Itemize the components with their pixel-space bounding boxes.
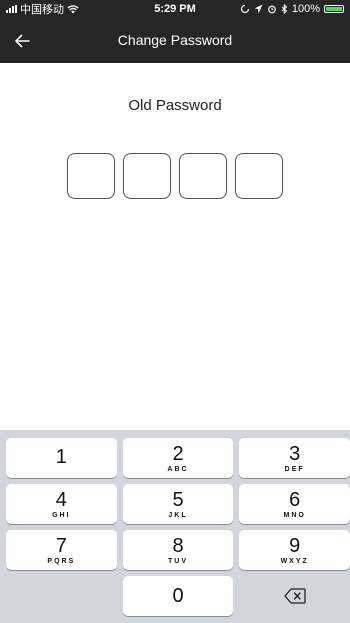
code-digit-box-4[interactable] [235, 153, 283, 199]
key-digit: 8 [172, 534, 184, 557]
key-7[interactable]: 7 PQRS [6, 530, 117, 570]
key-digit: 0 [172, 585, 184, 607]
wifi-icon [67, 4, 79, 13]
status-bar: 中国移动 5:29 PM 100% [0, 0, 350, 18]
key-2[interactable]: 2 ABC [122, 438, 234, 478]
key-0[interactable]: 0 [122, 576, 234, 616]
orientation-lock-icon [240, 4, 249, 14]
code-input-group[interactable] [0, 153, 350, 199]
key-digit: 1 [55, 446, 67, 468]
key-9[interactable]: 9 WXYZ [239, 530, 350, 570]
key-digit: 9 [289, 534, 301, 557]
key-digit: 2 [172, 442, 184, 465]
key-letters: DEF [284, 465, 305, 473]
key-digit: 7 [55, 534, 67, 557]
key-letters: JKL [168, 511, 188, 519]
back-arrow-icon [15, 34, 30, 47]
status-left: 中国移动 [6, 1, 79, 17]
battery-percent: 100% [291, 3, 320, 15]
status-right: 100% [240, 3, 344, 15]
battery-icon [324, 5, 344, 13]
bluetooth-icon [281, 4, 288, 14]
password-entry-area: Old Password [0, 63, 350, 430]
code-digit-box-2[interactable] [123, 153, 171, 199]
delete-key[interactable] [239, 576, 350, 616]
key-6[interactable]: 6 MNO [239, 484, 350, 524]
numeric-keypad: 1 2 ABC 3 DEF 4 GHI 5 JKL 6 MNO 7 PQRS 8… [0, 430, 350, 623]
key-letters: GHI [52, 511, 71, 519]
keypad-row: 7 PQRS 8 TUV 9 WXYZ [6, 530, 350, 570]
key-letters: WXYZ [280, 557, 309, 565]
signal-icon [6, 5, 17, 13]
alarm-icon [267, 5, 276, 14]
key-digit: 3 [289, 442, 301, 465]
key-letters: PQRS [47, 557, 76, 565]
key-letters: ABC [167, 465, 189, 473]
key-digit: 6 [289, 488, 301, 511]
keypad-row: 1 2 ABC 3 DEF [6, 438, 350, 478]
page-title: Change Password [117, 32, 233, 48]
key-1[interactable]: 1 [6, 438, 117, 478]
key-3[interactable]: 3 DEF [239, 438, 350, 478]
key-blank [6, 576, 117, 616]
carrier-label: 中国移动 [20, 4, 64, 16]
code-digit-box-1[interactable] [67, 153, 115, 199]
back-button[interactable] [0, 18, 44, 63]
key-5[interactable]: 5 JKL [122, 484, 234, 524]
code-digit-box-3[interactable] [179, 153, 227, 199]
key-letters: TUV [168, 557, 188, 565]
nav-bar: Change Password [0, 18, 350, 63]
key-8[interactable]: 8 TUV [122, 530, 234, 570]
keypad-row: 0 [6, 576, 350, 616]
key-digit: 5 [172, 488, 184, 511]
key-digit: 4 [55, 488, 67, 511]
location-icon [254, 4, 263, 14]
key-letters: MNO [283, 511, 306, 519]
backspace-icon [284, 588, 306, 604]
old-password-label: Old Password [128, 97, 222, 114]
keypad-row: 4 GHI 5 JKL 6 MNO [6, 484, 350, 524]
key-4[interactable]: 4 GHI [6, 484, 117, 524]
